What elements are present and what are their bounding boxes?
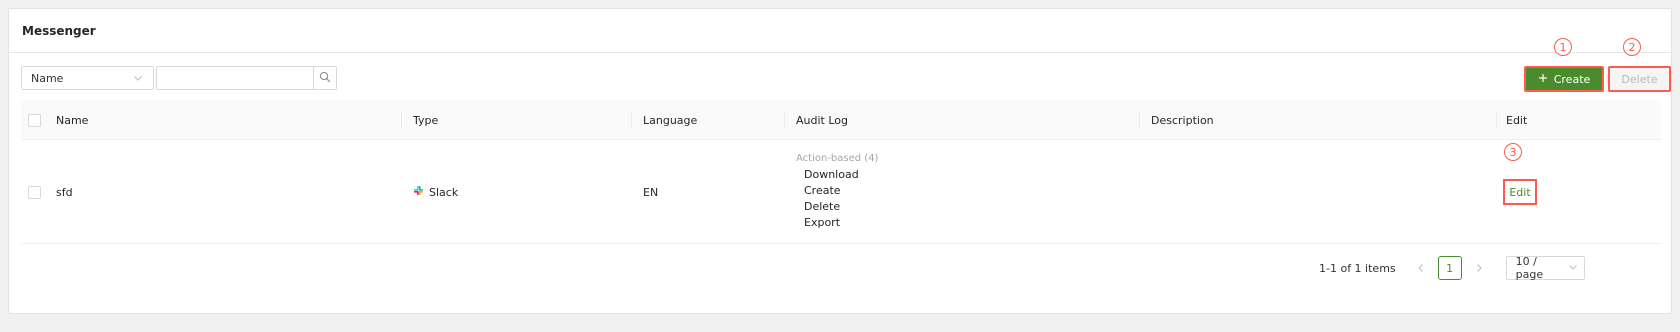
- search-input[interactable]: [156, 66, 313, 90]
- column-header-description[interactable]: Description: [1151, 100, 1214, 140]
- filter-field-select[interactable]: Name: [21, 66, 154, 90]
- search-toolbar: Name: [21, 66, 337, 90]
- edit-link[interactable]: Edit: [1503, 179, 1537, 205]
- select-all-checkbox[interactable]: [28, 113, 41, 127]
- page-size-label: 10 / page: [1515, 255, 1544, 281]
- next-page-button[interactable]: [1468, 256, 1490, 280]
- create-button-label: Create: [1553, 72, 1591, 86]
- plus-icon: [1538, 73, 1548, 86]
- row-type-label: Slack: [429, 185, 459, 199]
- row-audit-log: Action-based (4) Download Create Delete …: [796, 140, 878, 244]
- page-title: Messenger: [22, 23, 96, 38]
- messenger-table: Name Type Language Audit Log Description…: [21, 100, 1661, 244]
- audit-item: Export: [804, 216, 841, 229]
- column-divider: [1139, 112, 1140, 128]
- pagination-total: 1-1 of 1 items: [1319, 261, 1396, 275]
- column-divider: [631, 112, 632, 128]
- row-name: sfd: [56, 185, 73, 199]
- audit-item: Create: [804, 184, 841, 197]
- callout-marker-1: 1: [1554, 38, 1572, 56]
- chevron-left-icon: [1417, 264, 1423, 272]
- slack-icon: [413, 185, 424, 199]
- select-all-cell: [28, 100, 41, 140]
- table-actions: Create Delete: [1524, 66, 1671, 92]
- page-number-button[interactable]: 1: [1437, 256, 1462, 280]
- column-header-edit: Edit: [1506, 113, 1528, 127]
- pagination: 1-1 of 1 items 1 10 / page: [1319, 255, 1585, 281]
- column-header-type[interactable]: Type: [413, 100, 438, 140]
- audit-item: Delete: [804, 200, 841, 213]
- row-checkbox[interactable]: [28, 185, 41, 199]
- page-size-select[interactable]: 10 / page: [1505, 255, 1585, 281]
- create-button[interactable]: Create: [1524, 66, 1604, 92]
- table-row[interactable]: sfd Slack EN Action-based (4) Download C…: [21, 140, 1661, 244]
- chevron-down-icon: [1568, 262, 1578, 275]
- card-header: Messenger: [9, 9, 1671, 53]
- callout-marker-2: 2: [1623, 38, 1641, 56]
- column-header-name[interactable]: Name: [56, 100, 88, 140]
- row-select-cell: [28, 140, 41, 244]
- row-type: Slack: [413, 140, 458, 244]
- callout-marker-3: 3: [1504, 143, 1522, 161]
- audit-group-label: Action-based (4): [796, 153, 879, 164]
- search-icon: [319, 71, 331, 86]
- filter-field-label: Name: [31, 71, 64, 85]
- column-header-language[interactable]: Language: [643, 100, 697, 140]
- column-header-audit-log[interactable]: Audit Log: [796, 100, 848, 140]
- column-divider: [401, 112, 402, 128]
- messenger-card: Messenger Name Create Delete 1 2 Name Ty…: [8, 8, 1672, 314]
- search-button[interactable]: [313, 66, 337, 90]
- table-header: Name Type Language Audit Log Description…: [21, 100, 1661, 140]
- delete-button[interactable]: Delete: [1608, 66, 1671, 92]
- row-language: EN: [643, 185, 659, 199]
- audit-item: Download: [804, 168, 859, 181]
- chevron-down-icon: [133, 72, 145, 84]
- column-divider: [784, 112, 785, 128]
- chevron-right-icon: [1476, 264, 1482, 272]
- column-divider: [1496, 112, 1497, 128]
- prev-page-button[interactable]: [1410, 256, 1432, 280]
